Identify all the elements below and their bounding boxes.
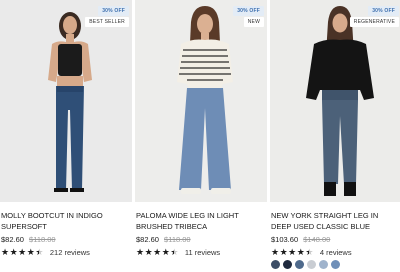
rating-row: ★ ★ ★ ★ ★ 212 reviews xyxy=(1,247,90,257)
product-card[interactable]: 30% OFF REGENERATIVE NEW YORK STRAIGHT L… xyxy=(270,0,400,272)
model-photo-icon xyxy=(306,6,374,196)
discount-badge: 30% OFF xyxy=(98,6,129,16)
review-count[interactable]: 11 reviews xyxy=(185,248,220,257)
star-icon: ★ xyxy=(279,247,288,257)
price-row: $103.60 $148.00 xyxy=(271,235,330,244)
tag-badge: REGENERATIVE xyxy=(349,17,399,27)
price-row: $82.60 $118.00 xyxy=(136,235,191,244)
product-card[interactable]: 30% OFF NEW PALOMA WIDE LEG IN LIGHT BRU… xyxy=(135,0,267,272)
color-swatch[interactable] xyxy=(283,260,292,269)
sale-price: $82.60 xyxy=(1,235,24,244)
star-icon: ★ xyxy=(144,247,153,257)
star-icon: ★ xyxy=(161,247,170,257)
product-grid: 30% OFF BEST SELLER MOLLY BOOTCUT IN IND… xyxy=(0,0,400,272)
sale-price: $82.60 xyxy=(136,235,159,244)
star-icon: ★ xyxy=(18,247,27,257)
star-icon: ★ xyxy=(1,247,10,257)
color-swatch[interactable] xyxy=(271,260,280,269)
color-swatches xyxy=(271,260,343,269)
star-icon: ★ xyxy=(9,247,18,257)
star-icon: ★ xyxy=(153,247,162,257)
star-icon: ★ xyxy=(288,247,297,257)
model-photo-icon xyxy=(177,6,233,194)
color-swatch[interactable] xyxy=(319,260,328,269)
compare-price: $148.00 xyxy=(303,235,331,244)
discount-badge: 30% OFF xyxy=(233,6,264,16)
rating-row: ★ ★ ★ ★ ★ 4 reviews xyxy=(271,247,352,257)
star-rating: ★ ★ ★ ★ ★ xyxy=(271,247,314,257)
star-icon: ★ xyxy=(296,247,305,257)
compare-price: $118.00 xyxy=(29,235,56,244)
review-count[interactable]: 212 reviews xyxy=(50,248,90,257)
compare-price: $118.00 xyxy=(164,235,191,244)
color-swatch[interactable] xyxy=(331,260,340,269)
half-star-icon: ★ xyxy=(170,247,179,257)
star-icon: ★ xyxy=(136,247,145,257)
star-icon: ★ xyxy=(271,247,280,257)
product-name[interactable]: PALOMA WIDE LEG IN LIGHT BRUSHED TRIBECA xyxy=(136,210,264,232)
price-row: $82.60 $118.00 xyxy=(1,235,56,244)
half-star-icon: ★ xyxy=(305,247,314,257)
color-swatch[interactable] xyxy=(307,260,316,269)
product-card[interactable]: 30% OFF BEST SELLER MOLLY BOOTCUT IN IND… xyxy=(0,0,132,272)
half-star-icon: ★ xyxy=(35,247,44,257)
product-image[interactable]: 30% OFF BEST SELLER xyxy=(0,0,132,202)
color-swatch[interactable] xyxy=(295,260,304,269)
product-image[interactable]: 30% OFF NEW xyxy=(135,0,267,202)
star-rating: ★ ★ ★ ★ ★ xyxy=(136,247,179,257)
review-count[interactable]: 4 reviews xyxy=(320,248,352,257)
tag-badge: NEW xyxy=(243,17,264,27)
discount-badge: 30% OFF xyxy=(368,6,399,16)
tag-badge: BEST SELLER xyxy=(85,17,129,27)
model-photo-icon xyxy=(48,12,92,192)
product-name[interactable]: MOLLY BOOTCUT IN INDIGO SUPERSOFT xyxy=(1,210,129,232)
rating-row: ★ ★ ★ ★ ★ 11 reviews xyxy=(136,247,220,257)
product-image[interactable]: 30% OFF REGENERATIVE xyxy=(270,0,400,202)
product-name[interactable]: NEW YORK STRAIGHT LEG IN DEEP USED CLASS… xyxy=(271,210,399,232)
star-icon: ★ xyxy=(26,247,35,257)
sale-price: $103.60 xyxy=(271,235,299,244)
star-rating: ★ ★ ★ ★ ★ xyxy=(1,247,44,257)
